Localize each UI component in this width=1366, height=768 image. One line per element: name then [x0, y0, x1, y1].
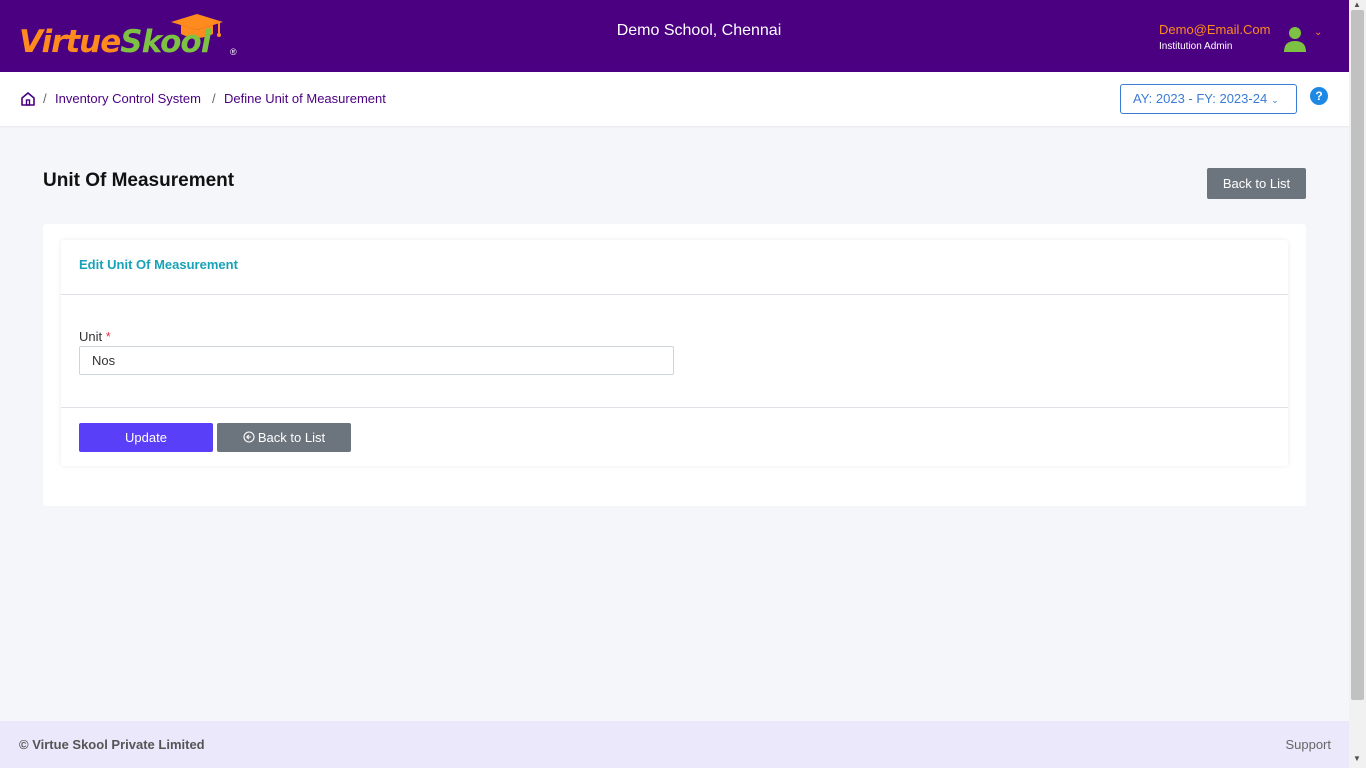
scroll-up-icon[interactable]: ▲ — [1353, 0, 1361, 9]
update-button[interactable]: Update — [79, 423, 213, 452]
scroll-down-icon[interactable]: ▼ — [1353, 754, 1361, 763]
academic-year-value: AY: 2023 - FY: 2023-24 — [1133, 91, 1268, 106]
footer: © Virtue Skool Private Limited Support — [0, 721, 1349, 768]
school-name: Demo School, Chennai — [616, 22, 782, 39]
circle-arrow-left-icon — [243, 431, 255, 443]
unit-input[interactable] — [79, 346, 674, 375]
breadcrumb-inventory-control-system[interactable]: Inventory Control System — [55, 91, 201, 106]
divider — [61, 294, 1288, 295]
divider — [61, 407, 1288, 408]
user-avatar-icon[interactable] — [1283, 25, 1307, 53]
breadcrumb-separator: / — [43, 91, 47, 106]
back-to-list-label: Back to List — [257, 430, 326, 445]
chevron-down-icon: ⌄ — [1271, 95, 1279, 105]
unit-label: Unit * — [79, 329, 111, 344]
home-icon[interactable] — [20, 91, 36, 107]
help-icon[interactable]: ? — [1310, 87, 1328, 105]
academic-year-select[interactable]: AY: 2023 - FY: 2023-24 ⌄ — [1120, 84, 1297, 114]
unit-label-text: Unit — [79, 329, 103, 344]
required-marker: * — [105, 329, 111, 344]
top-header: VirtueSkool ® Demo School, Chennai Demo@… — [0, 0, 1349, 72]
user-role: Institution Admin — [1159, 41, 1233, 52]
scrollbar-thumb[interactable] — [1351, 10, 1364, 700]
back-to-list-button[interactable]: Back to List — [1207, 168, 1306, 199]
support-link[interactable]: Support — [1285, 737, 1331, 752]
breadcrumb-separator: / — [212, 91, 216, 106]
page-title: Unit Of Measurement — [43, 170, 235, 191]
vertical-scrollbar[interactable]: ▲ ▼ — [1349, 0, 1366, 768]
back-to-list-form-button[interactable]: Back to List — [217, 423, 351, 452]
logo-wordmark: VirtueSkool — [19, 24, 211, 60]
copyright-text: © Virtue Skool Private Limited — [19, 737, 205, 752]
virtueskool-logo[interactable]: VirtueSkool ® — [19, 12, 249, 60]
breadcrumb-define-unit-of-measurement[interactable]: Define Unit of Measurement — [224, 91, 386, 106]
logo-registered-mark: ® — [230, 47, 237, 57]
chevron-down-icon[interactable]: ⌄ — [1314, 27, 1322, 38]
form-card-title: Edit Unit Of Measurement — [79, 257, 238, 272]
breadcrumb-bar: / Inventory Control System / Define Unit… — [0, 72, 1349, 126]
user-email[interactable]: Demo@Email.Com — [1159, 22, 1270, 37]
